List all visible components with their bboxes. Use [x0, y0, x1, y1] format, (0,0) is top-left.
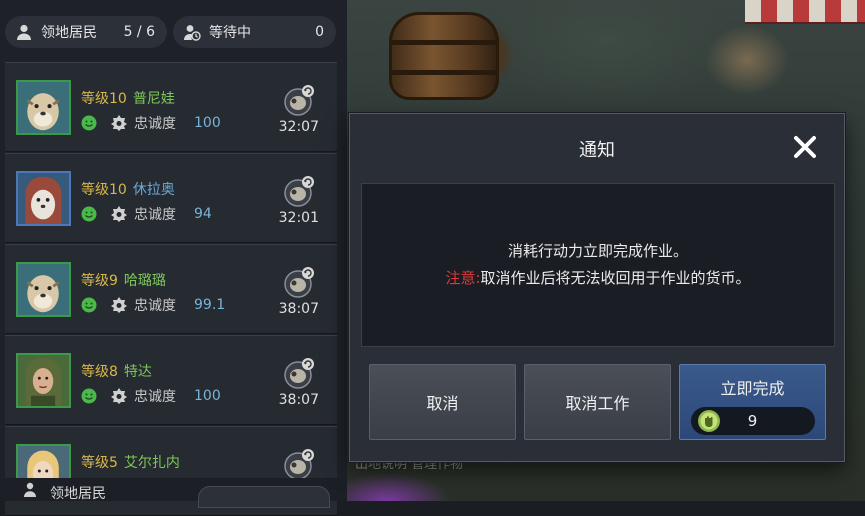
loyalty-value: 94 [194, 206, 212, 222]
energy-cost-value: 9 [747, 412, 758, 430]
resident-card[interactable]: 等级10 普尼娃 忠诚度 100 32:07 [5, 62, 337, 152]
waiting-count: 0 [315, 24, 324, 40]
task-timer: 32:01 [278, 210, 319, 226]
cancel-work-button[interactable]: 取消工作 [524, 364, 671, 440]
dialog-title: 通知 [579, 140, 615, 161]
resident-title: 等级9 哈璐璐 [81, 270, 166, 290]
loyalty-value: 99.1 [194, 297, 226, 313]
resident-name: 艾尔扎内 [123, 455, 180, 471]
resident-card[interactable]: 等级10 休拉奥 忠诚度 94 32:01 [5, 153, 337, 243]
person-icon [22, 481, 38, 497]
close-button[interactable] [792, 134, 818, 160]
task-timer: 38:07 [278, 392, 319, 408]
resident-stats: 忠诚度 99.1 [81, 295, 225, 315]
task-timer: 38:07 [278, 301, 319, 317]
avatar [16, 171, 71, 226]
message-box: 消耗行动力立即完成作业。 注意:取消作业后将无法收回用于作业的货币。 [361, 183, 835, 347]
gear-badge-icon [111, 388, 127, 404]
loyalty-label: 忠诚度 [134, 298, 176, 314]
resident-footer: 领地居民 [0, 478, 347, 508]
resident-level: 等级8 [81, 364, 118, 380]
smile-icon [81, 206, 97, 222]
resident-title: 等级8 特达 [81, 361, 152, 381]
waiting-count-pill[interactable]: 等待中 0 [173, 16, 336, 48]
resident-stats: 忠诚度 100 [81, 113, 221, 133]
resident-panel: 领地居民 5 / 6 等待中 0 等级10 普尼娃 忠诚度 100 32:07 … [0, 0, 347, 516]
warning-prefix: 注意: [445, 269, 481, 287]
market-awning [745, 0, 865, 24]
energy-cost: 9 [690, 407, 815, 435]
resident-level: 等级9 [81, 273, 118, 289]
loyalty-value: 100 [194, 388, 221, 404]
loyalty-label: 忠诚度 [134, 207, 176, 223]
person-icon [15, 23, 33, 41]
instant-complete-label: 立即完成 [720, 379, 785, 398]
instant-complete-button[interactable]: 立即完成 9 [679, 364, 826, 440]
task-timer: 32:07 [278, 119, 319, 135]
sheep-task-icon[interactable] [283, 176, 315, 208]
footer-action-button[interactable] [198, 486, 330, 508]
barrel-prop [389, 12, 499, 100]
resident-name: 特达 [123, 364, 152, 380]
notice-dialog: 通知 消耗行动力立即完成作业。 注意:取消作业后将无法收回用于作业的货币。 取消… [349, 113, 845, 462]
gear-badge-icon [111, 206, 127, 222]
gear-badge-icon [111, 297, 127, 313]
sheep-task-icon[interactable] [283, 358, 315, 390]
message-text: 消耗行动力立即完成作业。 [507, 242, 688, 260]
resident-name: 休拉奥 [132, 182, 175, 198]
resident-level: 等级5 [81, 455, 118, 471]
residents-count-pill[interactable]: 领地居民 5 / 6 [5, 16, 167, 48]
sheep-task-icon[interactable] [283, 85, 315, 117]
gear-badge-icon [111, 115, 127, 131]
resident-card[interactable]: 等级9 哈璐璐 忠诚度 99.1 38:07 [5, 244, 337, 334]
loyalty-label: 忠诚度 [134, 116, 176, 132]
sheep-task-icon[interactable] [283, 267, 315, 299]
pending-person-icon [183, 23, 201, 41]
resident-name: 普尼娃 [132, 91, 175, 107]
smile-icon [81, 115, 97, 131]
resident-title: 等级10 普尼娃 [81, 88, 175, 108]
waiting-label: 等待中 [209, 25, 251, 41]
sheep-task-icon[interactable] [283, 449, 315, 481]
avatar [16, 353, 71, 408]
residents-label: 领地居民 [41, 25, 97, 41]
resident-topbar: 领地居民 5 / 6 等待中 0 [0, 0, 347, 60]
residents-count: 5 / 6 [123, 24, 155, 40]
loyalty-value: 100 [194, 115, 221, 131]
resident-stats: 忠诚度 94 [81, 204, 212, 224]
smile-icon [81, 297, 97, 313]
warning-text: 取消作业后将无法收回用于作业的货币。 [480, 269, 751, 287]
footer-label: 领地居民 [50, 486, 106, 502]
resident-title: 等级5 艾尔扎内 [81, 452, 180, 472]
resident-name: 哈璐璐 [123, 273, 166, 289]
avatar [16, 262, 71, 317]
resident-stats: 忠诚度 100 [81, 386, 221, 406]
avatar [16, 80, 71, 135]
loyalty-label: 忠诚度 [134, 389, 176, 405]
resident-level: 等级10 [81, 91, 127, 107]
close-icon [794, 136, 816, 158]
warning-message: 注意:取消作业后将无法收回用于作业的货币。 [362, 267, 834, 288]
resident-level: 等级10 [81, 182, 127, 198]
resident-card[interactable]: 等级8 特达 忠诚度 100 38:07 [5, 335, 337, 425]
smile-icon [81, 388, 97, 404]
resident-title: 等级10 休拉奥 [81, 179, 175, 199]
cancel-button[interactable]: 取消 [369, 364, 516, 440]
